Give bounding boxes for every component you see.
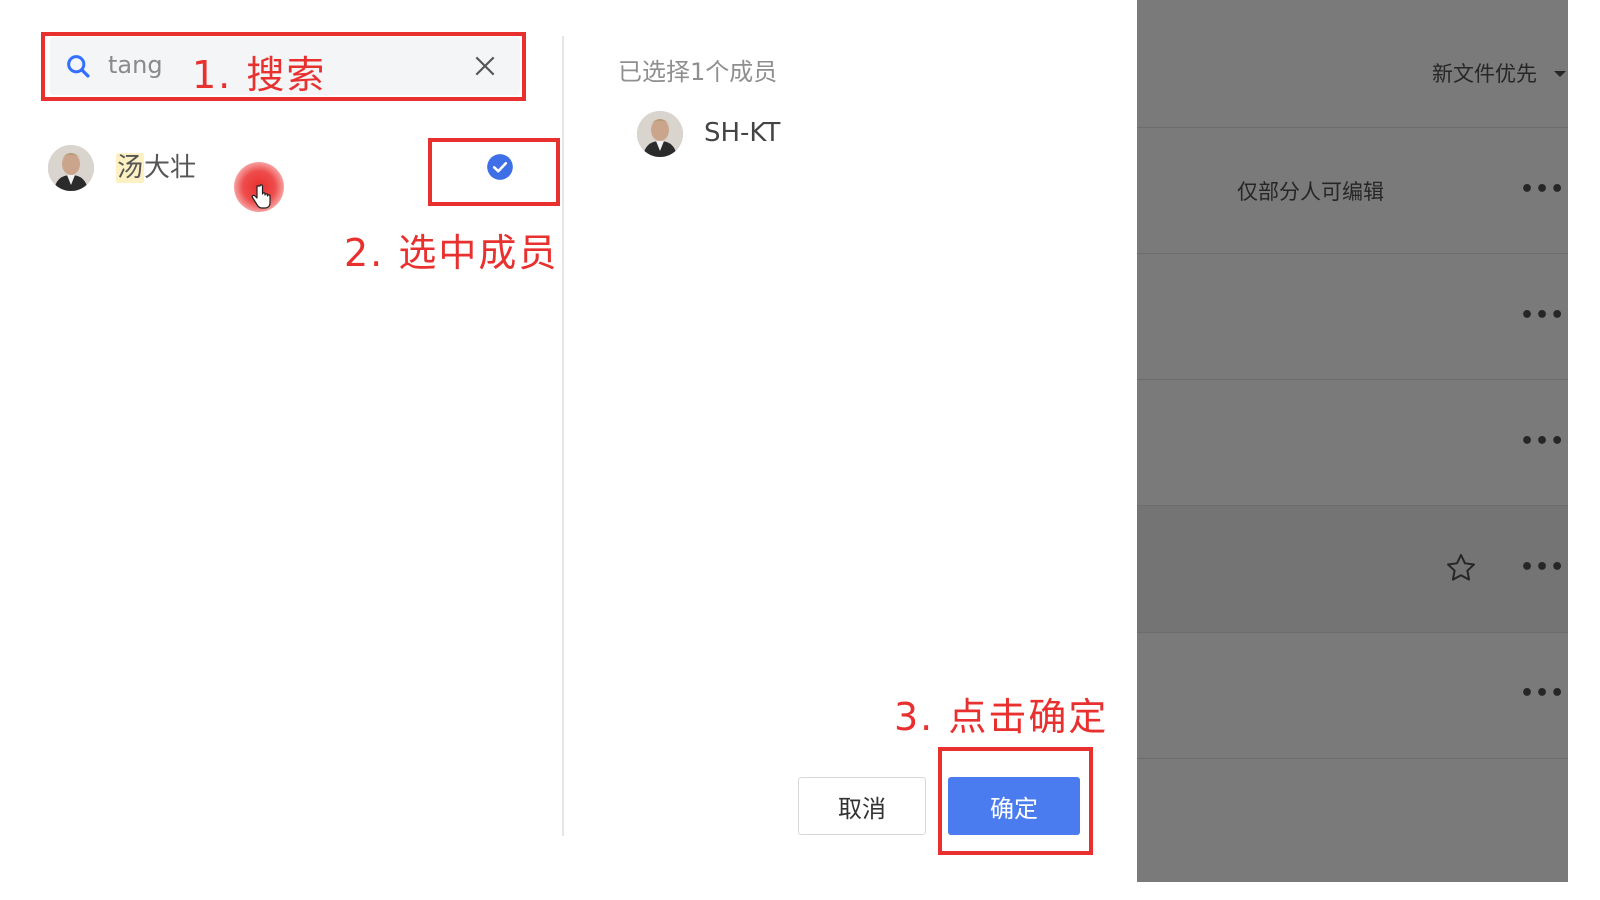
row-divider: [1137, 379, 1568, 380]
annotation-step-3: 3. 点击确定: [894, 695, 1109, 739]
avatar: [637, 111, 683, 157]
more-icon[interactable]: •••: [1520, 683, 1565, 705]
member-name-match: 汤: [116, 153, 145, 183]
more-icon[interactable]: •••: [1520, 431, 1565, 453]
more-icon[interactable]: •••: [1520, 179, 1565, 201]
annotation-step-1: 1. 搜索: [192, 53, 327, 97]
background-row-hovered: [1137, 506, 1568, 632]
hand-cursor-icon: [251, 184, 271, 209]
annotation-step-2: 2. 选中成员: [344, 231, 559, 275]
row-divider: [1137, 758, 1568, 759]
sort-dropdown[interactable]: 新文件优先: [1432, 58, 1537, 88]
annotation-box-check: [428, 138, 560, 206]
avatar: [48, 145, 94, 191]
row-divider: [1137, 505, 1568, 506]
permission-label: 仅部分人可编辑: [1237, 180, 1384, 204]
more-icon[interactable]: •••: [1520, 557, 1565, 579]
row-divider: [1137, 253, 1568, 254]
annotation-box-confirm: [938, 747, 1093, 855]
member-name-rest: 大壮: [144, 153, 197, 183]
selected-member-name: SH-KT: [704, 118, 781, 148]
row-divider: [1137, 632, 1568, 633]
selected-count-title: 已选择1个成员: [618, 58, 778, 86]
row-divider: [1137, 127, 1568, 128]
chevron-down-icon: [1554, 71, 1566, 77]
star-icon[interactable]: [1444, 551, 1478, 585]
cancel-button[interactable]: 取消: [798, 777, 926, 835]
panel-divider: [562, 36, 564, 836]
more-icon[interactable]: •••: [1520, 305, 1565, 327]
background-page-overlay: [1137, 0, 1568, 882]
member-name: 汤大壮: [116, 147, 196, 184]
